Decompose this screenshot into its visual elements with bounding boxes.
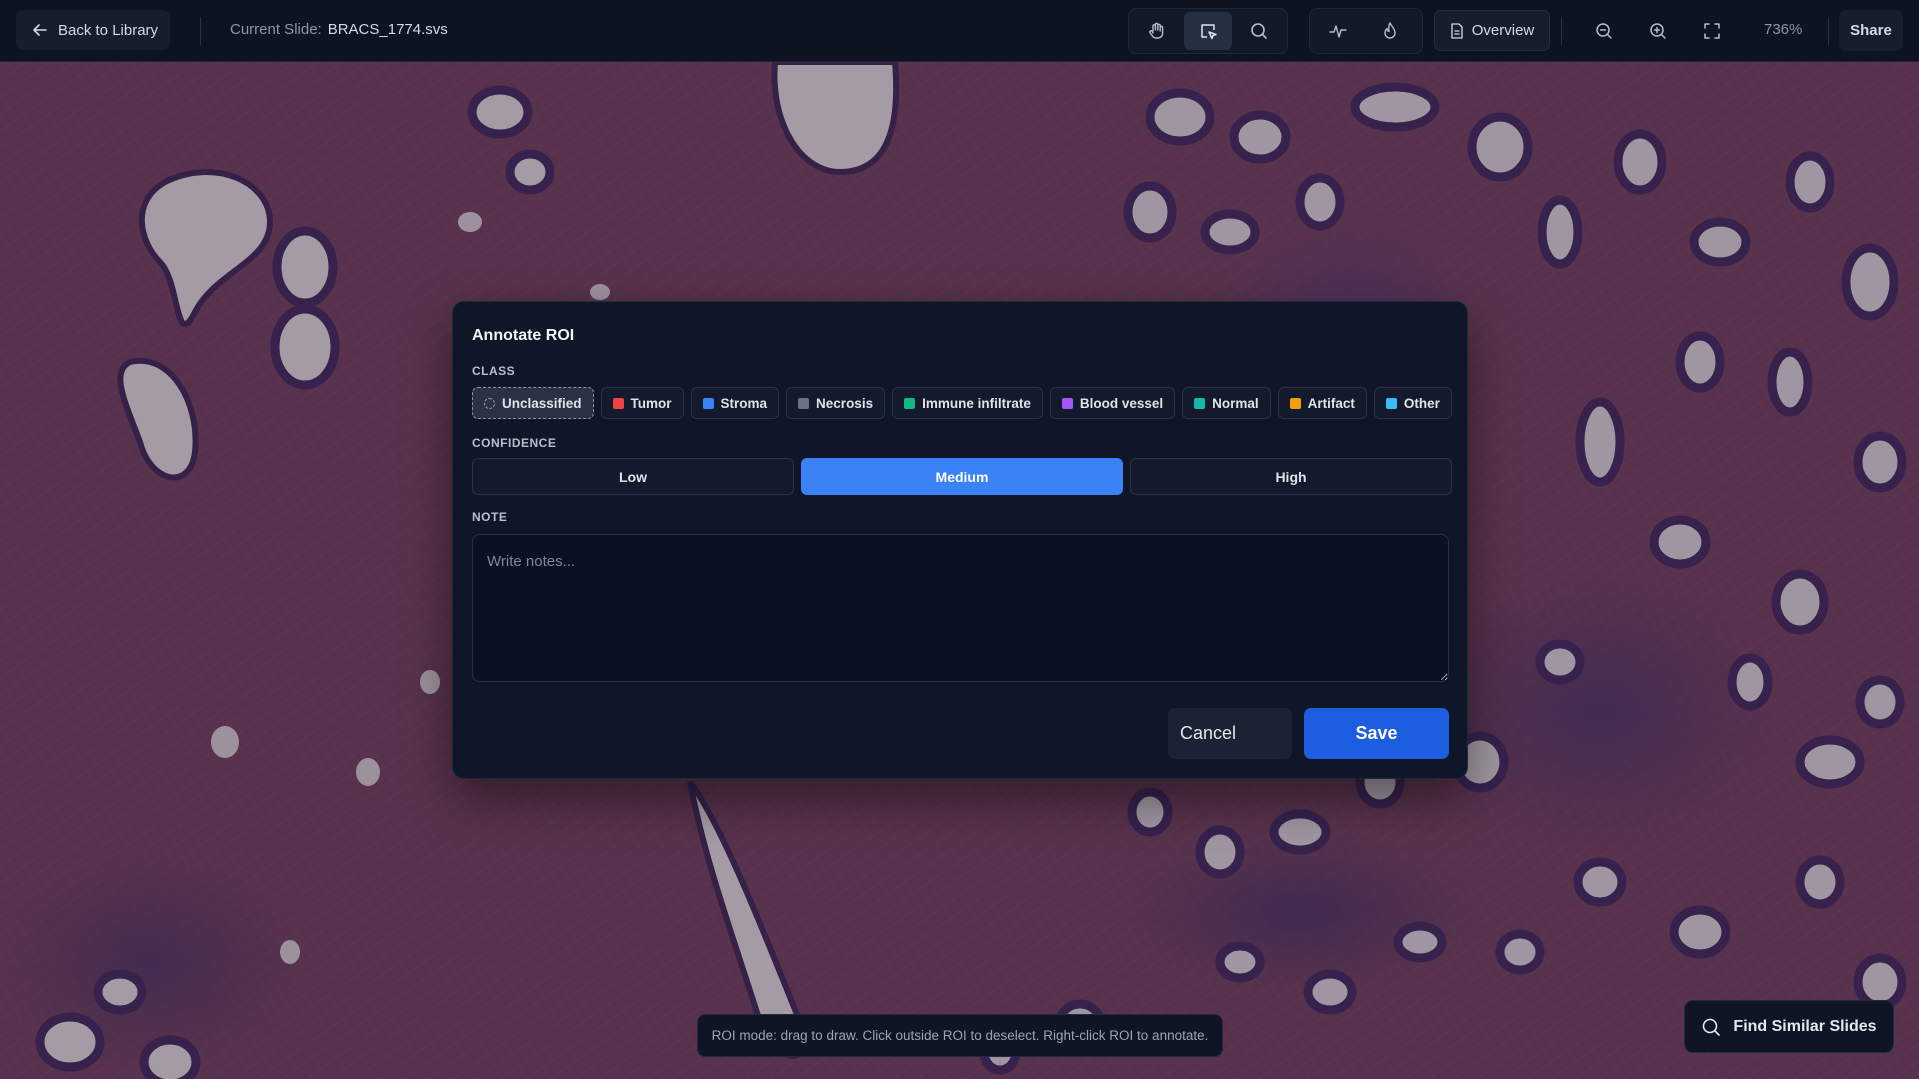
analysis-tools bbox=[1309, 8, 1423, 54]
search-icon bbox=[1703, 1018, 1721, 1036]
search-icon bbox=[1251, 23, 1268, 39]
divider bbox=[1561, 17, 1562, 45]
class-chip-label: Necrosis bbox=[816, 395, 874, 411]
class-chip-blood-vessel[interactable]: Blood vessel bbox=[1049, 387, 1176, 419]
annotate-roi-dialog: Annotate ROI CLASS Unclassified Tumor St… bbox=[452, 301, 1468, 779]
arrow-left-icon bbox=[33, 24, 47, 36]
measure-tool-button[interactable] bbox=[1314, 12, 1362, 50]
share-button[interactable]: Share bbox=[1839, 10, 1903, 51]
save-button[interactable]: Save bbox=[1304, 708, 1449, 759]
cancel-button[interactable]: Cancel bbox=[1168, 708, 1292, 759]
blood-vessel-swatch bbox=[1061, 397, 1073, 409]
class-chip-label: Normal bbox=[1212, 395, 1259, 411]
class-chip-label: Stroma bbox=[720, 395, 768, 411]
fullscreen-icon bbox=[1704, 23, 1720, 39]
zoom-out-icon bbox=[1596, 23, 1612, 39]
select-roi-icon bbox=[1201, 24, 1217, 40]
search-tool-button[interactable] bbox=[1236, 12, 1283, 50]
class-chip-artifact[interactable]: Artifact bbox=[1277, 387, 1367, 419]
find-similar-slides-button[interactable]: Find Similar Slides bbox=[1684, 1000, 1894, 1053]
confidence-medium-button[interactable]: Medium bbox=[801, 458, 1123, 495]
class-chip-label: Artifact bbox=[1307, 395, 1355, 411]
roi-mode-hint: ROI mode: drag to draw. Click outside RO… bbox=[697, 1014, 1223, 1057]
zoom-in-button[interactable] bbox=[1634, 12, 1682, 50]
class-chip-tumor[interactable]: Tumor bbox=[600, 387, 684, 419]
class-chip-label: Other bbox=[1403, 395, 1440, 411]
class-chip-unclassified[interactable]: Unclassified bbox=[472, 387, 594, 419]
confidence-selector: Low Medium High bbox=[472, 458, 1452, 495]
current-slide-name: BRACS_1774.svs bbox=[327, 21, 448, 38]
overview-label: Overview bbox=[1471, 22, 1535, 39]
note-textarea[interactable] bbox=[472, 534, 1449, 682]
stroma-swatch bbox=[702, 397, 714, 409]
overview-button[interactable]: Overview bbox=[1434, 10, 1550, 51]
class-section-label: CLASS bbox=[472, 364, 516, 378]
confidence-high-button[interactable]: High bbox=[1130, 458, 1452, 495]
flame-icon bbox=[1384, 22, 1396, 39]
heatmap-tool-button[interactable] bbox=[1366, 12, 1414, 50]
confidence-section-label: CONFIDENCE bbox=[472, 436, 557, 450]
class-chip-label: Tumor bbox=[630, 395, 672, 411]
class-chip-necrosis[interactable]: Necrosis bbox=[786, 387, 886, 419]
class-chip-normal[interactable]: Normal bbox=[1182, 387, 1271, 419]
class-chip-stroma[interactable]: Stroma bbox=[690, 387, 780, 419]
find-similar-label: Find Similar Slides bbox=[1733, 1017, 1877, 1035]
necrosis-swatch bbox=[798, 397, 810, 409]
confidence-low-button[interactable]: Low bbox=[472, 458, 794, 495]
class-chip-immune-infiltrate[interactable]: Immune infiltrate bbox=[892, 387, 1043, 419]
class-chip-label: Unclassified bbox=[502, 395, 582, 411]
back-to-library-button[interactable]: Back to Library bbox=[16, 10, 170, 50]
zoom-out-button[interactable] bbox=[1580, 12, 1628, 50]
dialog-title: Annotate ROI bbox=[472, 327, 575, 344]
pan-tool-button[interactable] bbox=[1133, 12, 1180, 50]
immune-infiltrate-swatch bbox=[904, 397, 916, 409]
navigation-tools bbox=[1128, 8, 1288, 54]
roi-select-tool-button[interactable] bbox=[1184, 12, 1232, 50]
class-chip-label: Blood vessel bbox=[1079, 395, 1164, 411]
class-chip-label: Immune infiltrate bbox=[922, 395, 1031, 411]
zoom-level: 736% bbox=[1764, 21, 1803, 38]
tumor-swatch bbox=[612, 397, 624, 409]
back-label: Back to Library bbox=[58, 21, 159, 39]
zoom-in-icon bbox=[1650, 23, 1666, 39]
divider bbox=[1828, 17, 1829, 45]
normal-swatch bbox=[1194, 397, 1206, 409]
top-toolbar: Back to Library Current Slide: BRACS_1774… bbox=[0, 0, 1919, 62]
note-section-label: NOTE bbox=[472, 510, 508, 524]
divider bbox=[200, 17, 201, 45]
document-icon bbox=[1451, 22, 1463, 39]
class-chip-other[interactable]: Other bbox=[1373, 387, 1452, 419]
pulse-icon bbox=[1329, 25, 1347, 38]
class-selector: Unclassified Tumor Stroma Necrosis Immun… bbox=[472, 387, 1452, 419]
artifact-swatch bbox=[1289, 397, 1301, 409]
other-swatch bbox=[1385, 397, 1397, 409]
hand-icon bbox=[1148, 22, 1163, 39]
unclassified-swatch bbox=[484, 397, 495, 409]
fullscreen-button[interactable] bbox=[1688, 12, 1736, 50]
current-slide-info: Current Slide: BRACS_1774.svs bbox=[230, 21, 448, 38]
current-slide-label: Current Slide: bbox=[230, 21, 322, 38]
